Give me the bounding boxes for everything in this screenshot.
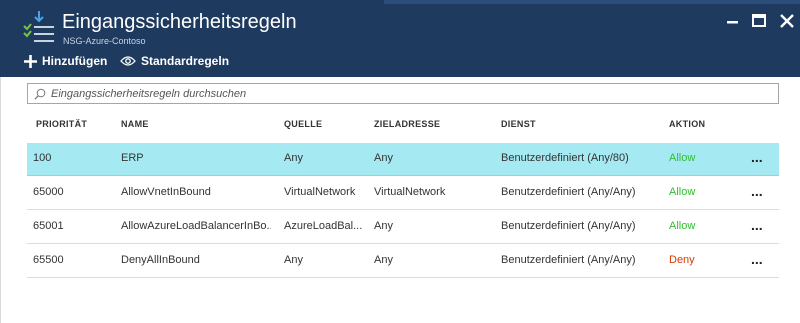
header-top-strip (384, 0, 800, 4)
service-cell: Benutzerdefiniert (Any/Any) (501, 220, 636, 232)
name-cell: AllowAzureLoadBalancerInBo... (121, 220, 271, 232)
default-rules-button[interactable]: Standardregeln (120, 52, 229, 70)
action-cell: Allow (669, 220, 696, 232)
action-cell: Deny (669, 254, 695, 266)
search-input[interactable] (51, 87, 751, 100)
column-header-source[interactable]: QUELLE (284, 119, 322, 129)
action-cell: Allow (669, 186, 696, 198)
more-options-button[interactable]: ... (751, 252, 763, 266)
blade-left-border (0, 77, 1, 323)
minimize-icon[interactable] (724, 12, 742, 30)
table-row[interactable]: 65500 DenyAllInBound Any Any Benutzerdef… (27, 245, 779, 278)
search-icon (34, 88, 46, 100)
name-cell: AllowVnetInBound (121, 186, 211, 198)
column-header-priority[interactable]: PRIORITÄT (36, 119, 87, 129)
priority-cell: 65000 (33, 186, 64, 198)
column-header-destination[interactable]: ZIELADRESSE (374, 119, 440, 129)
blade-subtitle: NSG-Azure-Contoso (63, 36, 146, 46)
source-cell: AzureLoadBal... (284, 220, 363, 232)
more-options-button[interactable]: ... (751, 218, 763, 232)
action-cell: Allow (669, 152, 696, 164)
source-cell: Any (284, 254, 303, 266)
destination-cell: Any (374, 152, 393, 164)
service-cell: Benutzerdefiniert (Any/Any) (501, 186, 636, 198)
inbound-rules-icon (23, 11, 54, 42)
destination-cell: Any (374, 220, 393, 232)
blade-title: Eingangssicherheitsregeln (62, 11, 297, 33)
name-cell: DenyAllInBound (121, 254, 200, 266)
search-box[interactable] (27, 83, 779, 104)
more-options-button[interactable]: ... (751, 184, 763, 198)
service-cell: Benutzerdefiniert (Any/80) (501, 152, 629, 164)
source-cell: Any (284, 152, 303, 164)
priority-cell: 100 (33, 152, 52, 164)
destination-cell: Any (374, 254, 393, 266)
plus-icon (24, 54, 37, 68)
blade-header: Eingangssicherheitsregeln NSG-Azure-Cont… (0, 0, 800, 77)
source-cell: VirtualNetwork (284, 186, 356, 198)
add-button[interactable]: Hinzufügen (24, 52, 107, 70)
table-row[interactable]: 100 ERP Any Any Benutzerdefiniert (Any/8… (27, 143, 779, 176)
priority-cell: 65500 (33, 254, 64, 266)
column-header-name[interactable]: NAME (121, 119, 149, 129)
table-row[interactable]: 65000 AllowVnetInBound VirtualNetwork Vi… (27, 177, 779, 210)
column-header-action[interactable]: AKTION (669, 119, 705, 129)
eye-icon (120, 56, 136, 66)
close-icon[interactable] (778, 12, 796, 30)
column-header-service[interactable]: DIENST (501, 119, 536, 129)
more-options-button[interactable]: ... (751, 150, 763, 164)
add-button-label: Hinzufügen (42, 54, 108, 68)
name-cell: ERP (121, 152, 144, 164)
destination-cell: VirtualNetwork (374, 186, 446, 198)
default-rules-label: Standardregeln (141, 54, 230, 68)
service-cell: Benutzerdefiniert (Any/Any) (501, 254, 636, 266)
table-row[interactable]: 65001 AllowAzureLoadBalancerInBo... Azur… (27, 211, 779, 244)
maximize-icon[interactable] (750, 12, 768, 30)
priority-cell: 65001 (33, 220, 64, 232)
